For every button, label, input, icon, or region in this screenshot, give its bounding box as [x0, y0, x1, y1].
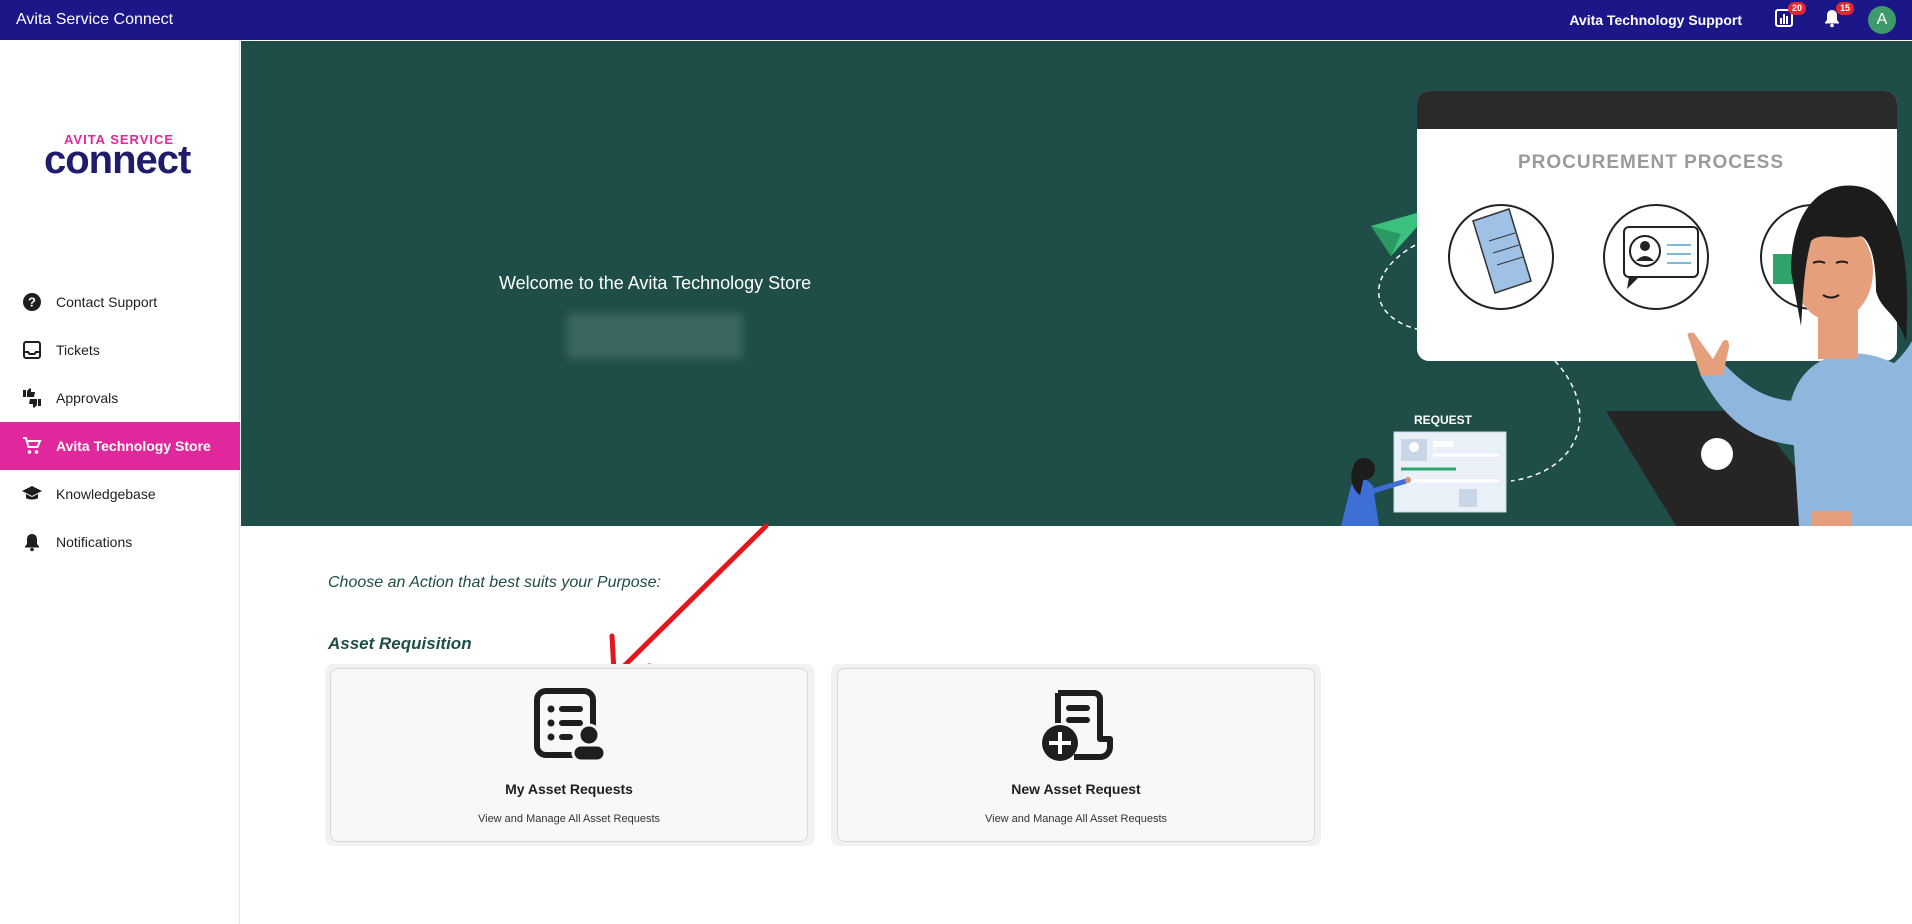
sidebar-item-knowledgebase[interactable]: Knowledgebase [0, 470, 240, 518]
intro-text: Choose an Action that best suits your Pu… [328, 574, 661, 591]
sidebar-item-contact-support[interactable]: ? Contact Support [0, 278, 240, 326]
sidebar-item-notifications[interactable]: Notifications [0, 518, 240, 566]
top-bar: Avita Service Connect Avita Technology S… [0, 0, 1912, 40]
card-title: My Asset Requests [505, 781, 633, 797]
card-description: View and Manage All Asset Requests [984, 813, 1168, 825]
sidebar-item-tickets[interactable]: Tickets [0, 326, 240, 374]
app-title[interactable]: Avita Service Connect [16, 11, 173, 29]
procurement-illustration: PROCUREMENT PROCESS REQUEST [1341, 91, 1912, 526]
document-add-icon [1042, 690, 1113, 761]
top-bar-actions: Avita Technology Support 20 15 A [1569, 2, 1896, 34]
brand-logo[interactable]: AVITA SERVICE connect [44, 132, 200, 228]
sidebar-item-label: Notifications [56, 534, 133, 550]
notifications-badge: 15 [1835, 2, 1854, 15]
thumbs-icon [20, 386, 44, 410]
new-asset-request-card[interactable]: New Asset Request View and Manage All As… [837, 668, 1315, 842]
section-heading: Asset Requisition [328, 634, 472, 653]
sidebar-item-label: Tickets [56, 342, 100, 358]
reports-badge: 20 [1787, 2, 1806, 15]
reports-button[interactable]: 20 [1772, 2, 1806, 32]
notifications-button[interactable]: 15 [1820, 2, 1854, 32]
card-description: View and Manage All Asset Requests [477, 813, 661, 825]
cart-icon [20, 434, 44, 458]
blurred-subtitle [567, 313, 743, 359]
graduation-cap-icon [20, 482, 44, 506]
sidebar-item-avita-technology-store[interactable]: Avita Technology Store [0, 422, 240, 470]
hero-banner: Welcome to the Avita Technology Store PR… [241, 41, 1912, 526]
request-label: REQUEST [1414, 413, 1473, 427]
sidebar-item-label: Knowledgebase [56, 486, 156, 502]
help-icon: ? [20, 290, 44, 314]
welcome-heading: Welcome to the Avita Technology Store [499, 273, 812, 293]
card-title: New Asset Request [1011, 781, 1141, 797]
sidebar-nav: ? Contact Support Tickets Approvals Avit… [0, 278, 240, 566]
board-title: PROCUREMENT PROCESS [1518, 152, 1784, 173]
inbox-icon [20, 338, 44, 362]
avatar[interactable]: A [1868, 6, 1896, 34]
bell-icon [20, 530, 44, 554]
sidebar-item-label: Approvals [56, 390, 119, 406]
svg-text:?: ? [28, 295, 36, 310]
my-asset-requests-card[interactable]: My Asset Requests View and Manage All As… [330, 668, 808, 842]
logo-main-text: connect [44, 138, 191, 182]
sidebar-item-label: Contact Support [56, 294, 158, 310]
list-user-icon [534, 688, 607, 763]
sidebar: AVITA SERVICE connect ? Contact Support … [0, 40, 240, 924]
sidebar-item-label: Avita Technology Store [56, 438, 211, 454]
red-arrow-annotation [609, 523, 769, 675]
user-name: Avita Technology Support [1569, 12, 1742, 28]
sidebar-item-approvals[interactable]: Approvals [0, 374, 240, 422]
